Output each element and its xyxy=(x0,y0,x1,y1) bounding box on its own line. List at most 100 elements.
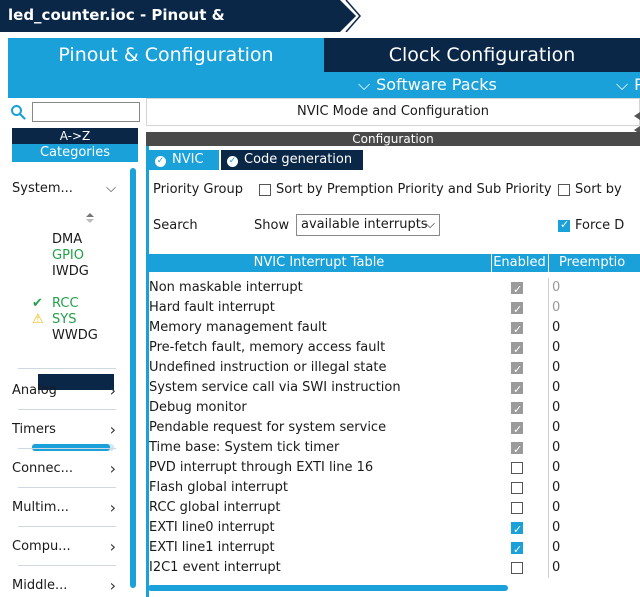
interrupt-name: Pendable request for system service xyxy=(149,420,387,435)
nvic-panel: NVIC Mode and Configuration Configuratio… xyxy=(146,98,640,597)
system-item-rcc[interactable]: ✔ RCC xyxy=(32,296,79,312)
show-select[interactable]: available interrupts ⌵ xyxy=(296,214,440,236)
tab-clock-configuration[interactable]: Clock Configuration xyxy=(324,38,640,72)
table-row[interactable]: PVD interrupt through EXTI line 16 0 xyxy=(149,458,640,478)
category-label: Connec... xyxy=(12,461,74,476)
tab-code-generation[interactable]: ✓ Code generation xyxy=(221,150,363,170)
category-system-core[interactable]: System... ⌵ xyxy=(12,178,118,200)
search-icon[interactable] xyxy=(10,104,26,120)
preemption-priority[interactable]: 0 xyxy=(548,378,640,398)
table-row[interactable]: Time base: System tick timer 0 xyxy=(149,438,640,460)
enabled-checkbox[interactable] xyxy=(511,482,523,494)
preemption-priority[interactable]: 0 xyxy=(548,558,640,578)
table-horizontal-scrollbar[interactable] xyxy=(148,585,508,591)
enabled-checkbox[interactable] xyxy=(511,562,523,574)
search-input[interactable] xyxy=(32,102,140,122)
category-analog[interactable]: Analog › xyxy=(12,380,118,402)
sort-by-checkbox[interactable] xyxy=(558,184,570,196)
table-row[interactable]: Memory management fault 0 xyxy=(149,318,640,340)
system-item-label: SYS xyxy=(52,312,77,327)
preemption-priority[interactable]: 0 xyxy=(548,518,640,538)
enabled-cell xyxy=(491,478,547,498)
sort-icon[interactable] xyxy=(84,212,96,224)
table-row[interactable]: Undefined instruction or illegal state 0 xyxy=(149,358,640,380)
preemption-priority[interactable]: 0 xyxy=(548,438,640,458)
enabled-checkbox xyxy=(511,320,523,340)
system-item-nvic[interactable]: NVIC xyxy=(52,280,84,296)
enabled-checkbox[interactable] xyxy=(511,462,523,474)
chevron-right-icon: › xyxy=(109,537,116,556)
interrupt-name: EXTI line1 interrupt xyxy=(149,540,275,555)
table-row[interactable]: RCC global interrupt 0 xyxy=(149,498,640,518)
table-row[interactable]: EXTI line1 interrupt 0 xyxy=(149,538,640,560)
preemption-priority[interactable]: 0 xyxy=(548,418,640,438)
column-header-enabled[interactable]: Enabled xyxy=(491,254,547,272)
sort-az-button[interactable]: A->Z xyxy=(12,128,138,144)
system-item-wwdg[interactable]: WWDG xyxy=(52,328,98,344)
system-item-label: DMA xyxy=(52,232,83,247)
force-checkbox[interactable] xyxy=(558,218,570,232)
system-item-iwdg[interactable]: IWDG xyxy=(52,264,89,280)
breadcrumb-chevron-icon xyxy=(345,0,361,32)
preemption-priority[interactable]: 0 xyxy=(548,318,640,338)
category-label: System... xyxy=(12,181,73,196)
category-scrollbar[interactable] xyxy=(130,168,136,588)
system-item-label: GPIO xyxy=(52,248,84,263)
chevron-down-icon: ⌵ xyxy=(358,75,371,94)
table-row[interactable]: Hard fault interrupt 0 xyxy=(149,298,640,320)
system-item-gpio[interactable]: GPIO xyxy=(52,248,84,264)
enabled-checkbox[interactable] xyxy=(511,540,523,560)
chevron-right-icon: › xyxy=(109,459,116,478)
table-row[interactable]: System service call via SWI instruction 0 xyxy=(149,378,640,400)
enabled-checkbox[interactable] xyxy=(511,502,523,514)
table-row[interactable]: EXTI line0 interrupt 0 xyxy=(149,518,640,540)
preemption-priority[interactable]: 0 xyxy=(548,298,640,318)
divider xyxy=(18,487,116,488)
software-packs-menu[interactable]: ⌵ Software Packs xyxy=(358,72,497,98)
divider xyxy=(18,565,116,566)
preemption-priority[interactable]: 0 xyxy=(548,478,640,498)
category-connec[interactable]: Connec... › xyxy=(12,458,118,480)
chevron-down-icon: ⌵ xyxy=(425,217,435,232)
categories-button[interactable]: Categories xyxy=(12,144,138,162)
preemption-priority[interactable]: 0 xyxy=(548,458,640,478)
tab-nvic[interactable]: ✓ NVIC xyxy=(149,150,219,170)
preemption-priority[interactable]: 0 xyxy=(548,398,640,418)
preemption-priority[interactable]: 0 xyxy=(548,278,640,298)
pinout-menu-partial[interactable]: ⌵ P xyxy=(616,72,640,98)
enabled-checkbox[interactable] xyxy=(511,520,523,540)
enabled-cell xyxy=(491,538,547,560)
mode-header: NVIC Mode and Configuration xyxy=(146,98,640,126)
category-multim[interactable]: Multim... › xyxy=(12,497,118,519)
preemption-priority[interactable]: 0 xyxy=(548,498,640,518)
enabled-cell xyxy=(491,558,547,578)
category-compu[interactable]: Compu... › xyxy=(12,536,118,558)
interrupt-name: RCC global interrupt xyxy=(149,500,281,515)
table-row[interactable]: I2C1 event interrupt 0 xyxy=(149,558,640,578)
table-row[interactable]: Non maskable interrupt 0 xyxy=(149,278,640,300)
preemption-priority[interactable]: 0 xyxy=(548,538,640,558)
sort-premption-checkbox[interactable] xyxy=(259,184,271,196)
system-item-sys[interactable]: ⚠ SYS xyxy=(32,312,77,328)
table-row[interactable]: Flash global interrupt 0 xyxy=(149,478,640,498)
software-packs-label: Software Packs xyxy=(376,75,497,94)
interrupt-name: I2C1 event interrupt xyxy=(149,560,281,575)
table-row[interactable]: Pre-fetch fault, memory access fault 0 xyxy=(149,338,640,360)
enabled-cell xyxy=(491,358,547,380)
config-tabs: ✓ NVIC ✓ Code generation xyxy=(146,150,640,170)
tab-pinout-configuration[interactable]: Pinout & Configuration xyxy=(8,38,324,72)
table-row[interactable]: Debug monitor 0 xyxy=(149,398,640,420)
interrupt-name: Hard fault interrupt xyxy=(149,300,275,315)
interrupt-name: Time base: System tick timer xyxy=(149,440,340,455)
table-row[interactable]: Pendable request for system service 0 xyxy=(149,418,640,440)
preemption-priority[interactable]: 0 xyxy=(548,358,640,378)
interrupt-name: PVD interrupt through EXTI line 16 xyxy=(149,460,374,475)
column-header-name[interactable]: NVIC Interrupt Table xyxy=(149,254,489,272)
priority-group-label: Priority Group xyxy=(153,182,243,197)
category-middle[interactable]: Middle... › xyxy=(12,575,118,597)
column-header-preemption[interactable]: Preemptio xyxy=(548,254,640,272)
enabled-checkbox xyxy=(511,380,523,400)
category-timers[interactable]: Timers › xyxy=(12,419,118,441)
preemption-priority[interactable]: 0 xyxy=(548,338,640,358)
system-item-dma[interactable]: DMA xyxy=(52,232,82,248)
